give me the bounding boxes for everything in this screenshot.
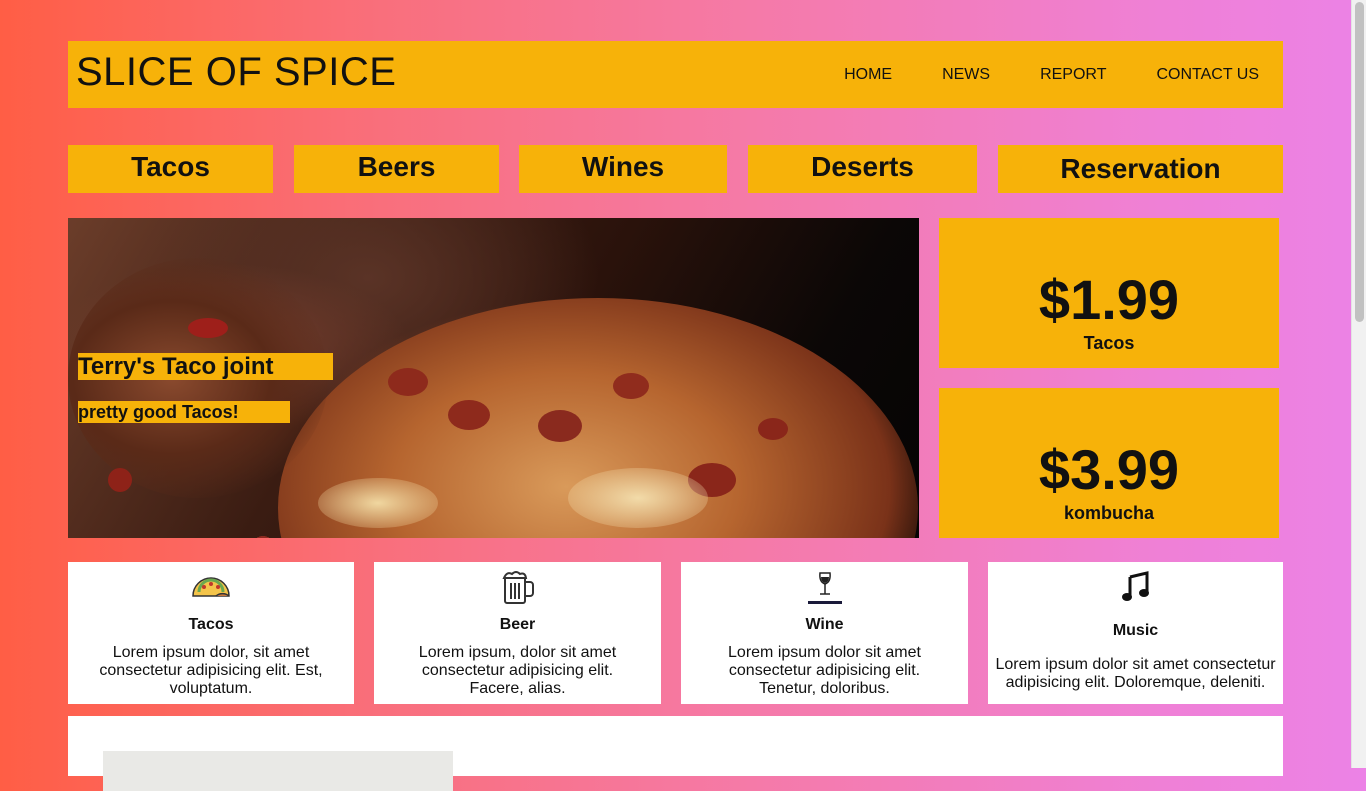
scrollbar-thumb[interactable] [1355, 2, 1364, 322]
taco-icon [68, 570, 354, 604]
main-nav: HOME NEWS REPORT CONTACT US [844, 66, 1283, 84]
category-deserts-button[interactable]: Deserts [748, 145, 977, 193]
page-scrollbar[interactable] [1351, 0, 1366, 768]
price-amount: $1.99 [1038, 268, 1180, 331]
card-text: Lorem ipsum dolor, sit amet consectetur … [99, 644, 323, 697]
price-card-tacos: $1.99 Tacos [939, 218, 1279, 368]
card-text: Lorem ipsum dolor sit amet consectetur a… [728, 644, 921, 697]
hero-banner: Terry's Taco joint pretty good Tacos! [68, 218, 919, 538]
card-text: Lorem ipsum, dolor sit amet consectetur … [418, 644, 617, 697]
nav-news-link[interactable]: NEWS [942, 66, 990, 84]
nav-home-link[interactable]: HOME [844, 66, 892, 84]
category-tacos-button[interactable]: Tacos [68, 145, 273, 193]
feature-card-wine: Wine Lorem ipsum dolor sit amet consecte… [681, 562, 968, 704]
card-title: Tacos [188, 616, 234, 633]
lower-section [68, 716, 1283, 791]
site-header: SLICE OF SPICE HOME NEWS REPORT CONTACT … [68, 41, 1283, 108]
card-title: Beer [499, 616, 536, 633]
price-amount: $3.99 [1038, 438, 1180, 501]
category-reservation-button[interactable]: Reservation [998, 145, 1283, 193]
nav-report-link[interactable]: REPORT [1040, 66, 1106, 84]
feature-card-beer: Beer Lorem ipsum, dolor sit amet consect… [374, 562, 661, 704]
feature-card-tacos: Tacos Lorem ipsum dolor, sit amet consec… [68, 562, 354, 704]
price-item-name: Tacos [1083, 333, 1135, 353]
hero-title: Terry's Taco joint [78, 353, 333, 380]
wine-icon [681, 570, 968, 604]
music-icon [988, 570, 1283, 604]
hero-tagline: pretty good Tacos! [78, 401, 290, 423]
site-title[interactable]: SLICE OF SPICE [76, 49, 396, 95]
card-title: Wine [805, 616, 844, 633]
price-item-name: kombucha [1063, 503, 1155, 523]
category-beers-button[interactable]: Beers [294, 145, 499, 193]
price-card-kombucha: $3.99 kombucha [939, 388, 1279, 538]
feature-card-music: Music Lorem ipsum dolor sit amet consect… [988, 562, 1283, 704]
beer-icon [374, 570, 661, 604]
section-image [103, 751, 453, 791]
card-title: Music [1112, 622, 1159, 639]
card-text: Lorem ipsum dolor sit amet consectetur a… [995, 656, 1276, 691]
category-wines-button[interactable]: Wines [519, 145, 727, 193]
nav-contact-link[interactable]: CONTACT US [1156, 66, 1259, 84]
